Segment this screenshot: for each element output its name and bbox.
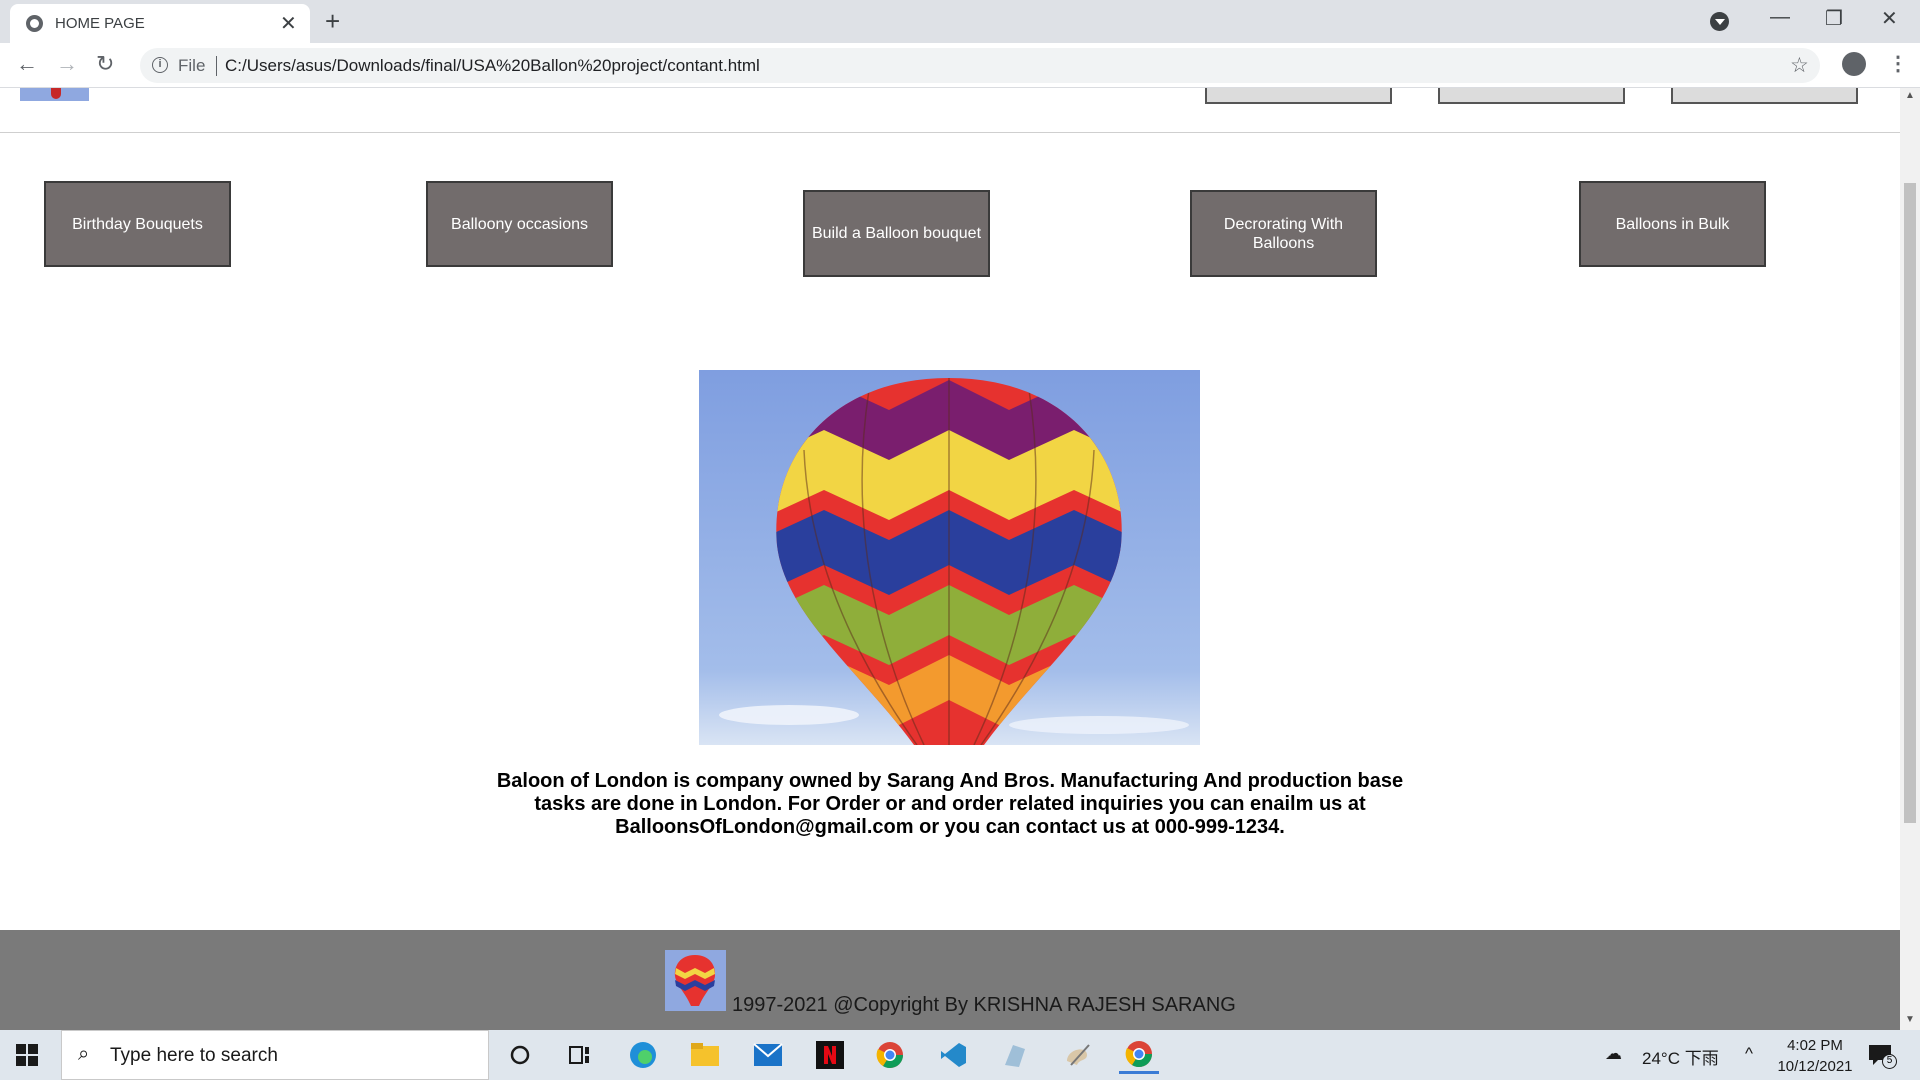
search-icon: ⌕: [78, 1043, 90, 1065]
netflix-icon[interactable]: [810, 1036, 850, 1074]
close-tab-icon[interactable]: ✕: [280, 11, 297, 36]
weather-text[interactable]: 24°C 下雨: [1642, 1044, 1719, 1069]
new-tab-button[interactable]: +: [325, 6, 340, 37]
paint-icon[interactable]: [1057, 1036, 1097, 1074]
tab-title: HOME PAGE: [55, 15, 145, 32]
bookmark-star-icon[interactable]: ☆: [1790, 53, 1809, 78]
chrome-icon[interactable]: [870, 1036, 910, 1074]
scroll-thumb[interactable]: [1904, 183, 1916, 823]
windows-start-icon[interactable]: [16, 1044, 38, 1066]
url-text[interactable]: C:/Users/asus/Downloads/final/USA%20Ball…: [225, 56, 760, 76]
vertical-scrollbar[interactable]: ▲ ▼: [1900, 88, 1920, 1030]
mail-icon[interactable]: [748, 1036, 788, 1074]
app-icon[interactable]: [995, 1036, 1035, 1074]
task-view-icon[interactable]: [560, 1036, 600, 1074]
footer-logo: [665, 950, 726, 1011]
browser-toolbar: ← → ↻ i File C:/Users/asus/Downloads/fin…: [0, 43, 1920, 88]
site-logo[interactable]: [20, 88, 89, 101]
category-balloons-in-bulk[interactable]: Balloons in Bulk: [1579, 181, 1766, 267]
category-decorating-with-balloons[interactable]: Decrorating With Balloons: [1190, 190, 1377, 277]
notification-badge: 5: [1882, 1054, 1897, 1069]
header-divider: [0, 132, 1900, 133]
nav-button-3[interactable]: [1671, 88, 1858, 104]
clock-date: 10/12/2021: [1777, 1058, 1853, 1075]
page-viewport: Birthday Bouquets Balloony occasions Bui…: [0, 88, 1900, 1030]
tray-chevron-icon[interactable]: ^: [1745, 1044, 1753, 1064]
browser-tab[interactable]: HOME PAGE ✕: [10, 4, 310, 43]
cortana-icon[interactable]: [500, 1036, 540, 1074]
file-label: File: [178, 56, 206, 75]
nav-button-1[interactable]: [1205, 88, 1392, 104]
clock-time: 4:02 PM: [1787, 1037, 1843, 1054]
vscode-icon[interactable]: [933, 1036, 973, 1074]
category-birthday-bouquets[interactable]: Birthday Bouquets: [44, 181, 231, 267]
copyright-text: 1997-2021 @Copyright By KRISHNA RAJESH S…: [732, 994, 1236, 1016]
windows-taskbar: ⌕ Type here to search ☁ 24°C 下雨 ^ 4:02 P…: [0, 1030, 1920, 1080]
profile-avatar-icon[interactable]: [1842, 52, 1866, 76]
info-icon[interactable]: i: [152, 57, 168, 73]
hot-air-balloon-image: [699, 370, 1200, 745]
chrome-active-icon[interactable]: [1119, 1036, 1159, 1074]
tab-search-icon[interactable]: [1710, 12, 1729, 31]
back-arrow-icon[interactable]: ←: [16, 51, 38, 77]
close-window-button[interactable]: ✕: [1881, 6, 1898, 31]
scroll-down-icon[interactable]: ▼: [1905, 1014, 1915, 1025]
browser-menu-icon[interactable]: ⋮: [1888, 51, 1908, 76]
reload-icon[interactable]: ↻: [96, 51, 114, 77]
notification-center-icon[interactable]: 5: [1868, 1044, 1908, 1070]
globe-icon: [26, 15, 43, 32]
taskbar-search[interactable]: ⌕ Type here to search: [61, 1030, 489, 1080]
edge-icon[interactable]: [623, 1036, 663, 1074]
category-balloony-occasions[interactable]: Balloony occasions: [426, 181, 613, 267]
browser-tab-bar: HOME PAGE ✕ + — ❐ ✕: [0, 0, 1920, 43]
nav-button-2[interactable]: [1438, 88, 1625, 104]
about-text: Baloon of London is company owned by Sar…: [496, 770, 1404, 838]
file-explorer-icon[interactable]: [685, 1036, 725, 1074]
maximize-button[interactable]: ❐: [1825, 6, 1843, 31]
scroll-up-icon[interactable]: ▲: [1905, 90, 1915, 101]
address-bar[interactable]: i File C:/Users/asus/Downloads/final/USA…: [140, 48, 1820, 83]
weather-icon[interactable]: ☁: [1605, 1044, 1622, 1064]
category-build-balloon-bouquet[interactable]: Build a Balloon bouquet: [803, 190, 990, 277]
forward-arrow-icon[interactable]: →: [56, 51, 78, 77]
search-input[interactable]: Type here to search: [110, 1045, 278, 1067]
footer: 1997-2021 @Copyright By KRISHNA RAJESH S…: [0, 930, 1900, 1030]
minimize-button[interactable]: —: [1770, 6, 1790, 29]
taskbar-clock[interactable]: 4:02 PM 10/12/2021: [1770, 1035, 1860, 1077]
divider: [216, 56, 217, 76]
